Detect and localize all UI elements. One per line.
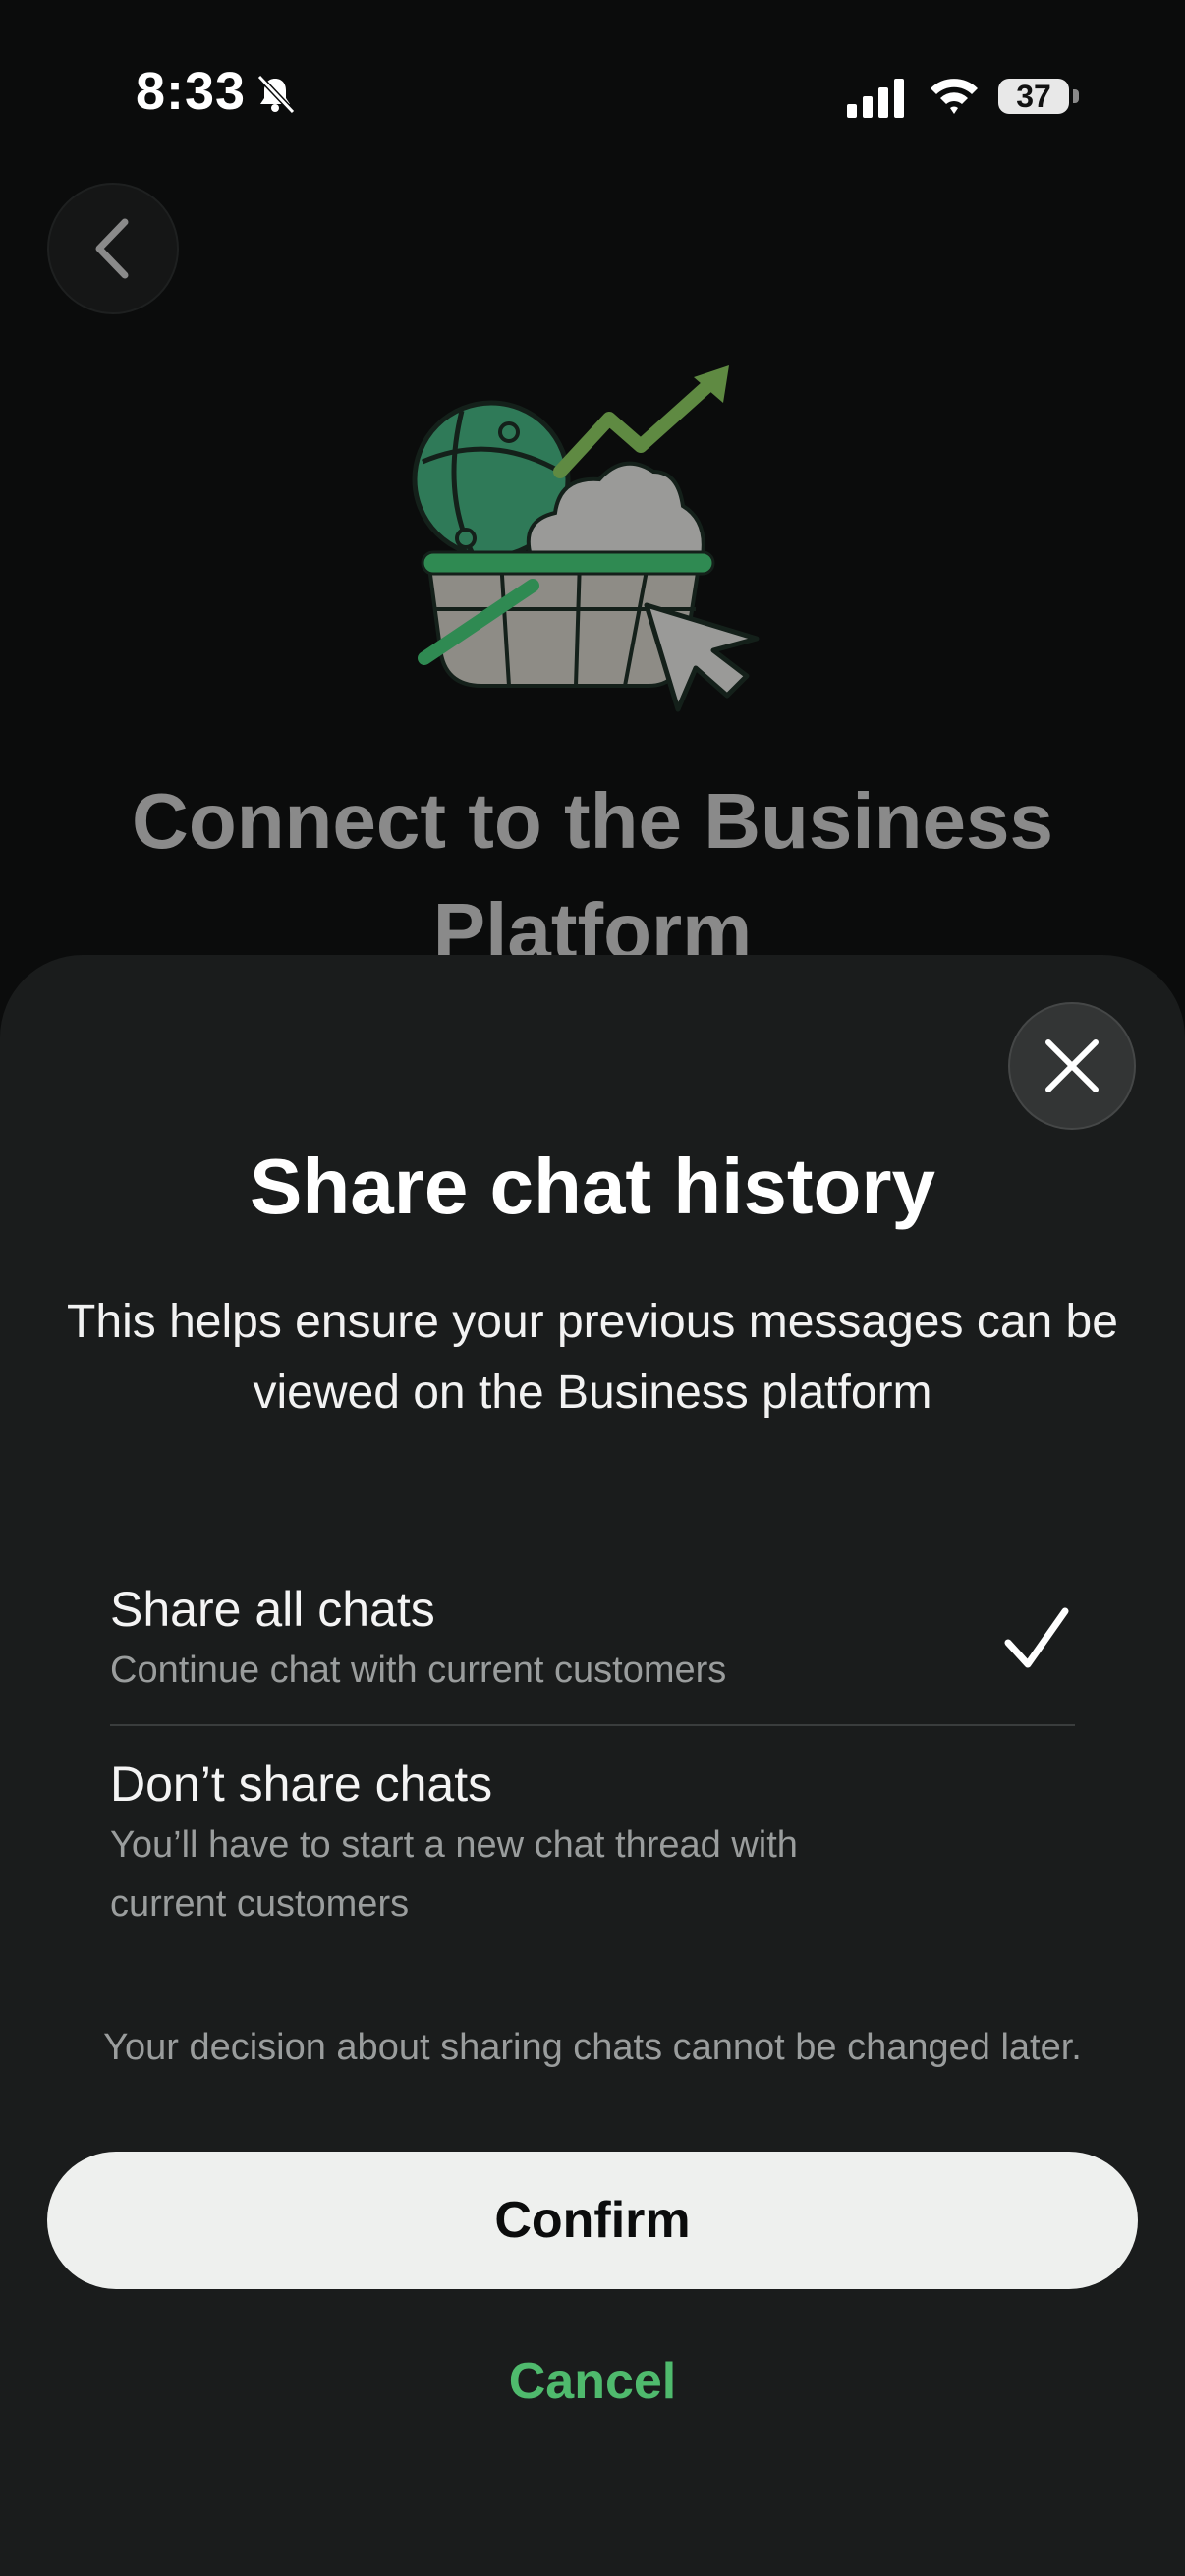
status-bar: 8:33 37 (0, 0, 1185, 196)
battery-level: 37 (998, 79, 1069, 114)
bell-slash-icon (256, 74, 296, 115)
close-icon (1045, 1039, 1099, 1092)
wifi-icon (931, 79, 978, 114)
option-subtitle: You’ll have to start a new chat thread w… (110, 1824, 798, 1925)
signal-icon (847, 79, 904, 118)
close-button[interactable] (1008, 1002, 1136, 1130)
option-divider (110, 1724, 1075, 1726)
battery-icon: 37 (998, 75, 1081, 118)
option-share-all-chats[interactable]: Share all chats Continue chat with curre… (110, 1578, 1075, 1700)
status-time: 8:33 (136, 62, 247, 121)
option-dont-share-chats[interactable]: Don’t share chats You’ll have to start a… (110, 1753, 1075, 1933)
option-subtitle: Continue chat with current customers (110, 1650, 727, 1691)
confirm-button[interactable]: Confirm (47, 2152, 1138, 2289)
cancel-button[interactable]: Cancel (0, 2346, 1185, 2417)
sheet-title: Share chat history (249, 1143, 935, 1230)
background-title: Connect to the Business Platform (132, 777, 1053, 975)
option-title: Don’t share chats (110, 1757, 493, 1812)
sharing-note: Your decision about sharing chats cannot… (103, 2027, 1082, 2068)
sheet-description: This helps ensure your previous messages… (67, 1296, 1118, 1419)
battery-tip (1073, 89, 1079, 103)
option-title: Share all chats (110, 1582, 435, 1637)
back-button[interactable] (47, 183, 179, 314)
chevron-left-icon (95, 218, 129, 279)
business-basket-illustration (412, 365, 760, 712)
checkmark-icon (1004, 1607, 1069, 1668)
